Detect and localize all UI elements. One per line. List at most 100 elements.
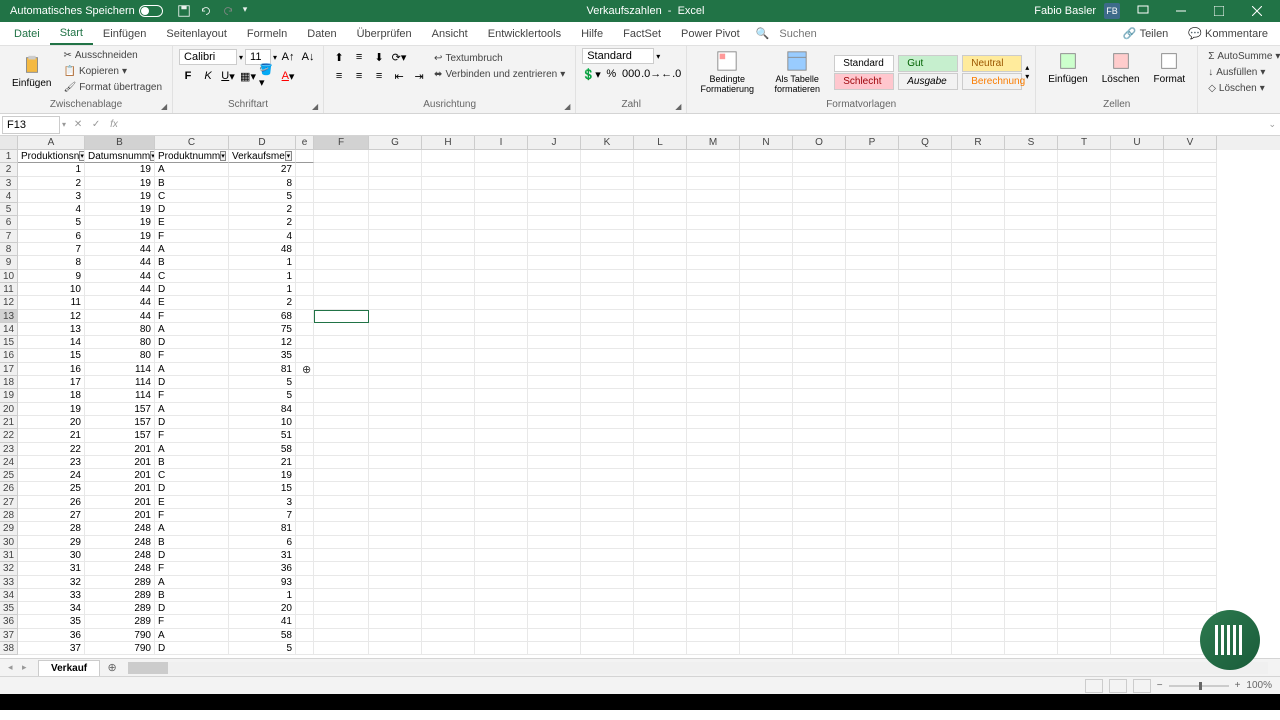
cell[interactable]: F: [155, 389, 229, 402]
paste-button[interactable]: Einfügen: [6, 52, 57, 91]
cell[interactable]: 5: [229, 389, 296, 402]
cell[interactable]: A: [155, 363, 229, 376]
cell[interactable]: 201: [85, 496, 155, 509]
cell[interactable]: 23: [18, 456, 85, 469]
col-header-h[interactable]: H: [422, 136, 475, 150]
user-name[interactable]: Fabio Basler: [1034, 5, 1096, 17]
cell[interactable]: 19: [85, 163, 155, 176]
cell[interactable]: D: [155, 602, 229, 615]
row-header-37[interactable]: 37: [0, 629, 18, 642]
tab-factset[interactable]: FactSet: [613, 24, 671, 44]
cell[interactable]: 157: [85, 403, 155, 416]
underline-icon[interactable]: U▾: [219, 67, 237, 85]
cell[interactable]: [314, 336, 369, 349]
col-header-k[interactable]: K: [581, 136, 634, 150]
cell[interactable]: 4: [229, 230, 296, 243]
row-header-26[interactable]: 26: [0, 482, 18, 495]
col-header-o[interactable]: O: [793, 136, 846, 150]
cell[interactable]: 201: [85, 443, 155, 456]
clear-button[interactable]: ◇ Löschen ▾: [1204, 81, 1280, 96]
cell[interactable]: 157: [85, 416, 155, 429]
user-avatar[interactable]: FB: [1104, 3, 1120, 19]
cell[interactable]: 12: [18, 310, 85, 323]
col-header-g[interactable]: G: [369, 136, 422, 150]
cell[interactable]: D: [155, 376, 229, 389]
cell[interactable]: 18: [18, 389, 85, 402]
cell[interactable]: [314, 177, 369, 190]
cell[interactable]: 58: [229, 443, 296, 456]
cell[interactable]: 75: [229, 323, 296, 336]
row-header-27[interactable]: 27: [0, 496, 18, 509]
cell[interactable]: 2: [229, 216, 296, 229]
horizontal-scrollbar[interactable]: [128, 662, 1268, 674]
cell[interactable]: 289: [85, 602, 155, 615]
col-header-q[interactable]: Q: [899, 136, 952, 150]
cell[interactable]: E: [155, 296, 229, 309]
col-header-u[interactable]: U: [1111, 136, 1164, 150]
cell[interactable]: 51: [229, 429, 296, 442]
sheet-nav-next-icon[interactable]: ▸: [22, 662, 34, 674]
tab-page-layout[interactable]: Seitenlayout: [156, 24, 237, 44]
clipboard-launcher-icon[interactable]: ◢: [161, 102, 171, 112]
row-header-36[interactable]: 36: [0, 615, 18, 628]
undo-icon[interactable]: [199, 4, 213, 18]
cell[interactable]: A: [155, 403, 229, 416]
cell[interactable]: 24: [18, 469, 85, 482]
row-header-13[interactable]: 13: [0, 310, 18, 323]
style-bad[interactable]: Schlecht: [834, 73, 894, 90]
autosave-toggle[interactable]: Automatisches Speichern: [4, 5, 169, 17]
cell[interactable]: [314, 216, 369, 229]
cell[interactable]: 44: [85, 270, 155, 283]
cell[interactable]: [314, 270, 369, 283]
col-header-d[interactable]: D: [229, 136, 296, 150]
cell[interactable]: [314, 363, 369, 376]
cell[interactable]: F: [155, 230, 229, 243]
row-header-31[interactable]: 31: [0, 549, 18, 562]
row-header-23[interactable]: 23: [0, 443, 18, 456]
italic-icon[interactable]: K: [199, 67, 217, 85]
cell[interactable]: B: [155, 456, 229, 469]
sheet-tab-verkauf[interactable]: Verkauf: [38, 660, 100, 676]
decrease-font-icon[interactable]: A↓: [299, 48, 317, 66]
cell[interactable]: 8: [229, 177, 296, 190]
row-header-17[interactable]: 17: [0, 363, 18, 376]
cell[interactable]: 2: [229, 203, 296, 216]
cell[interactable]: 289: [85, 615, 155, 628]
tab-formulas[interactable]: Formeln: [237, 24, 297, 44]
increase-indent-icon[interactable]: ⇥: [410, 67, 428, 85]
cell[interactable]: 13: [18, 323, 85, 336]
cell[interactable]: [314, 642, 369, 655]
cell[interactable]: D: [155, 549, 229, 562]
cell[interactable]: 248: [85, 549, 155, 562]
cell[interactable]: 4: [18, 203, 85, 216]
row-header-21[interactable]: 21: [0, 416, 18, 429]
cell[interactable]: D: [155, 642, 229, 655]
cell[interactable]: 1: [229, 283, 296, 296]
style-calculation[interactable]: Berechnung: [962, 73, 1022, 90]
cell[interactable]: 15: [229, 482, 296, 495]
cell[interactable]: [314, 443, 369, 456]
cell[interactable]: F: [155, 509, 229, 522]
cell[interactable]: 6: [229, 536, 296, 549]
cell[interactable]: 35: [229, 349, 296, 362]
minimize-icon[interactable]: [1166, 2, 1196, 20]
cell[interactable]: 44: [85, 283, 155, 296]
cell[interactable]: 80: [85, 323, 155, 336]
tab-powerpivot[interactable]: Power Pivot: [671, 24, 750, 44]
enter-formula-icon[interactable]: ✓: [88, 117, 104, 133]
tab-file[interactable]: Datei: [4, 24, 50, 44]
zoom-slider[interactable]: [1169, 685, 1229, 687]
cell[interactable]: 114: [85, 389, 155, 402]
cell[interactable]: 5: [229, 376, 296, 389]
cell[interactable]: D: [155, 482, 229, 495]
cell[interactable]: 29: [18, 536, 85, 549]
cell[interactable]: [314, 323, 369, 336]
percent-icon[interactable]: %: [602, 65, 620, 83]
cell[interactable]: [314, 536, 369, 549]
cell[interactable]: 33: [18, 589, 85, 602]
number-format-combo[interactable]: [582, 48, 654, 64]
orientation-icon[interactable]: ⟳▾: [390, 48, 408, 66]
styles-more-icon[interactable]: ▴▾: [1025, 63, 1029, 81]
cell[interactable]: 5: [229, 190, 296, 203]
row-header-6[interactable]: 6: [0, 216, 18, 229]
